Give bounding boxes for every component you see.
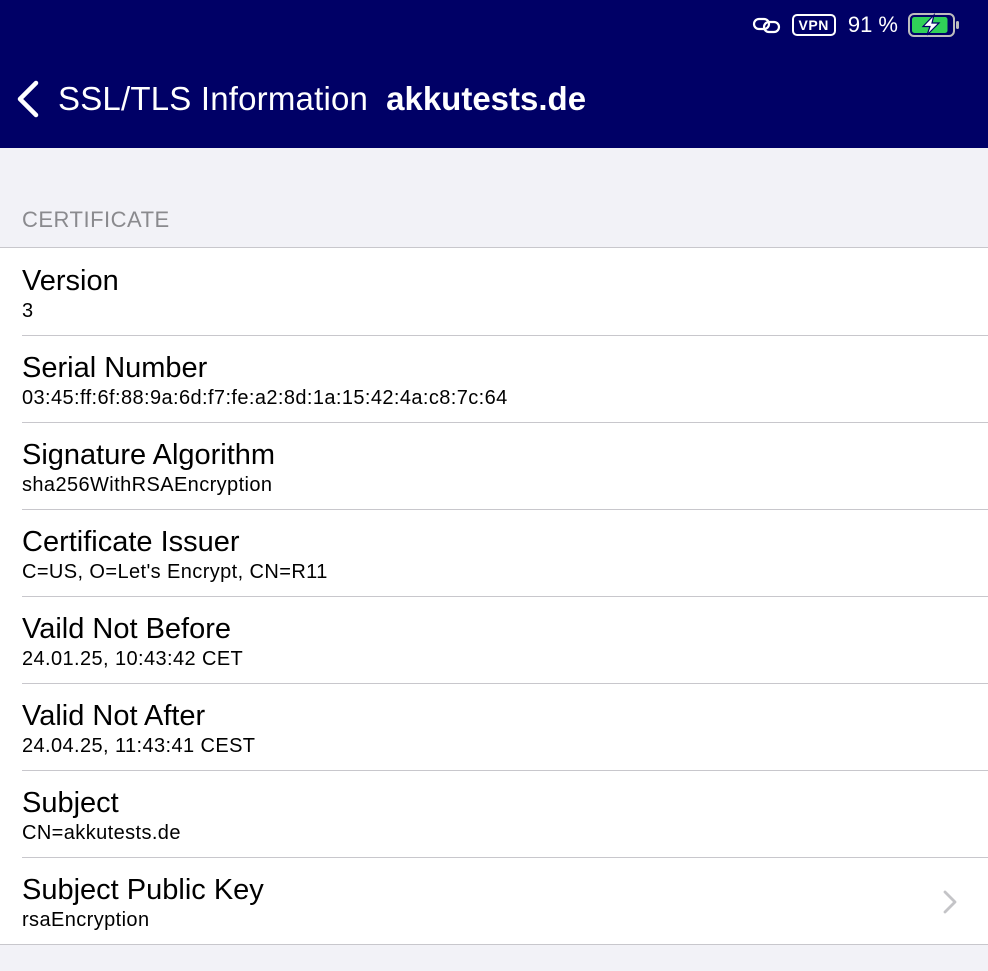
row-title: Version xyxy=(22,265,119,297)
back-label: SSL/TLS Information xyxy=(58,80,369,117)
row-value: CN=akkutests.de xyxy=(22,822,181,844)
list-item-valid-not-after: Valid Not After 24.04.25, 11:43:41 CEST xyxy=(0,683,988,770)
row-value: 3 xyxy=(22,300,34,322)
row-title: Subject xyxy=(22,787,119,819)
certificate-list: Version 3 Serial Number 03:45:ff:6f:88:9… xyxy=(0,247,988,945)
navigation-bar: VPN 91 % SSL/TLS Information akkutests.d… xyxy=(0,0,988,148)
list-item-subject: Subject CN=akkutests.de xyxy=(0,770,988,857)
row-value: 24.01.25, 10:43:42 CET xyxy=(22,648,244,670)
page-title: akkutests.de xyxy=(386,80,587,117)
row-title: Signature Algorithm xyxy=(22,439,276,471)
section-header-certificate: CERTIFICATE xyxy=(22,207,170,232)
battery-percent: 91 % xyxy=(847,12,898,37)
list-item-valid-not-before: Vaild Not Before 24.01.25, 10:43:42 CET xyxy=(0,596,988,683)
row-title: Serial Number xyxy=(22,352,208,384)
row-title: Certificate Issuer xyxy=(22,526,240,558)
battery-icon xyxy=(908,13,960,37)
link-icon xyxy=(752,15,782,35)
row-title: Valid Not After xyxy=(22,700,206,732)
row-value: 03:45:ff:6f:88:9a:6d:f7:fe:a2:8d:1a:15:4… xyxy=(22,387,508,409)
list-item-certificate-issuer: Certificate Issuer C=US, O=Let's Encrypt… xyxy=(0,509,988,596)
back-button[interactable]: SSL/TLS Information xyxy=(0,79,368,119)
row-title: Vaild Not Before xyxy=(22,613,232,645)
row-value: sha256WithRSAEncryption xyxy=(22,474,273,496)
row-value: C=US, O=Let's Encrypt, CN=R11 xyxy=(22,561,328,583)
status-bar: VPN 91 % xyxy=(752,8,960,42)
row-value: rsaEncryption xyxy=(22,909,150,931)
chevron-right-icon xyxy=(942,889,958,915)
row-title: Subject Public Key xyxy=(22,874,264,906)
list-item-serial-number: Serial Number 03:45:ff:6f:88:9a:6d:f7:fe… xyxy=(0,335,988,422)
row-value: 24.04.25, 11:43:41 CEST xyxy=(22,735,256,757)
nav-row: SSL/TLS Information akkutests.de xyxy=(0,74,586,124)
vpn-badge: VPN xyxy=(791,14,836,36)
list-item-signature-algorithm: Signature Algorithm sha256WithRSAEncrypt… xyxy=(0,422,988,509)
list-item-subject-public-key[interactable]: Subject Public Key rsaEncryption xyxy=(0,857,988,944)
chevron-left-icon xyxy=(14,79,42,119)
list-item-version: Version 3 xyxy=(0,248,988,335)
